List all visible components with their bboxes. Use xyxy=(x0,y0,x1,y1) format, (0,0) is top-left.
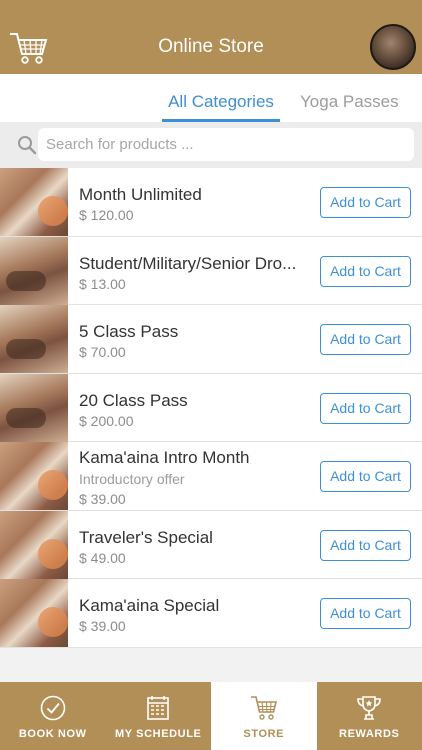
product-price: $ 120.00 xyxy=(79,207,134,223)
nav-my-schedule[interactable]: MY SCHEDULE xyxy=(106,682,212,750)
product-name: 20 Class Pass xyxy=(79,390,188,410)
product-price: $ 39.00 xyxy=(79,491,126,507)
list-item: Kama'aina Special $ 39.00 Add to Cart xyxy=(0,579,422,648)
top-bar: Online Store xyxy=(0,0,422,74)
add-to-cart-button[interactable]: Add to Cart xyxy=(320,187,411,218)
product-name: Traveler's Special xyxy=(79,527,213,547)
nav-label: REWARDS xyxy=(339,728,400,740)
product-thumbnail xyxy=(0,579,68,647)
list-item: 5 Class Pass $ 70.00 Add to Cart xyxy=(0,305,422,374)
list-item: Kama'aina Intro Month Introductory offer… xyxy=(0,442,422,511)
product-price: $ 49.00 xyxy=(79,549,126,566)
product-name: Student/Military/Senior Dro... xyxy=(79,253,297,273)
product-name: Kama'aina Special xyxy=(79,596,220,615)
product-thumbnail xyxy=(0,236,68,305)
add-to-cart-button[interactable]: Add to Cart xyxy=(320,529,411,561)
product-subtitle: Introductory offer xyxy=(79,471,185,487)
add-to-cart-button[interactable]: Add to Cart xyxy=(320,324,411,355)
product-thumbnail xyxy=(0,305,68,373)
add-to-cart-button[interactable]: Add to Cart xyxy=(320,392,411,424)
nav-rewards[interactable]: REWARDS xyxy=(317,682,422,750)
nav-store[interactable]: STORE xyxy=(211,682,317,750)
list-item: Traveler's Special $ 49.00 Add to Cart xyxy=(0,510,422,579)
product-name: Month Unlimited xyxy=(79,185,202,204)
calendar-icon xyxy=(147,696,170,720)
nav-book-now[interactable]: BOOK NOW xyxy=(0,682,106,750)
profile-avatar[interactable] xyxy=(370,24,416,70)
product-list: Month Unlimited $ 120.00 Add to Cart Stu… xyxy=(0,168,422,648)
list-item: Month Unlimited $ 120.00 Add to Cart xyxy=(0,168,422,237)
trophy-icon xyxy=(357,696,382,720)
product-price: $ 70.00 xyxy=(79,344,126,360)
product-thumbnail xyxy=(0,168,68,236)
product-thumbnail xyxy=(0,442,68,510)
product-thumbnail xyxy=(0,510,68,579)
product-name: Kama'aina Intro Month xyxy=(79,448,250,467)
check-circle-icon xyxy=(40,695,66,721)
search-icon xyxy=(18,136,37,155)
tab-yoga-passes[interactable]: Yoga Passes xyxy=(300,92,399,112)
product-price: $ 39.00 xyxy=(79,618,126,634)
list-item: Student/Military/Senior Dro... $ 13.00 A… xyxy=(0,236,422,305)
product-price: $ 200.00 xyxy=(79,412,134,429)
nav-label: BOOK NOW xyxy=(18,728,87,740)
add-to-cart-button[interactable]: Add to Cart xyxy=(320,598,411,629)
search-input[interactable] xyxy=(38,128,414,161)
category-tabs: All Categories Yoga Passes xyxy=(0,74,422,122)
add-to-cart-button[interactable]: Add to Cart xyxy=(320,461,411,492)
page-title: Online Store xyxy=(158,36,264,57)
product-thumbnail xyxy=(0,373,68,442)
list-item: 20 Class Pass $ 200.00 Add to Cart xyxy=(0,373,422,442)
search-bar xyxy=(0,122,422,168)
shopping-cart-icon xyxy=(250,696,277,720)
tab-all-categories[interactable]: All Categories xyxy=(162,92,280,122)
bottom-nav: BOOK NOW MY SCHEDULE STORE REWARDS xyxy=(0,682,422,750)
nav-label: MY SCHEDULE xyxy=(115,728,202,740)
add-to-cart-button[interactable]: Add to Cart xyxy=(320,255,411,287)
product-name: 5 Class Pass xyxy=(79,322,179,341)
product-price: $ 13.00 xyxy=(79,275,126,292)
nav-label: STORE xyxy=(243,728,285,740)
